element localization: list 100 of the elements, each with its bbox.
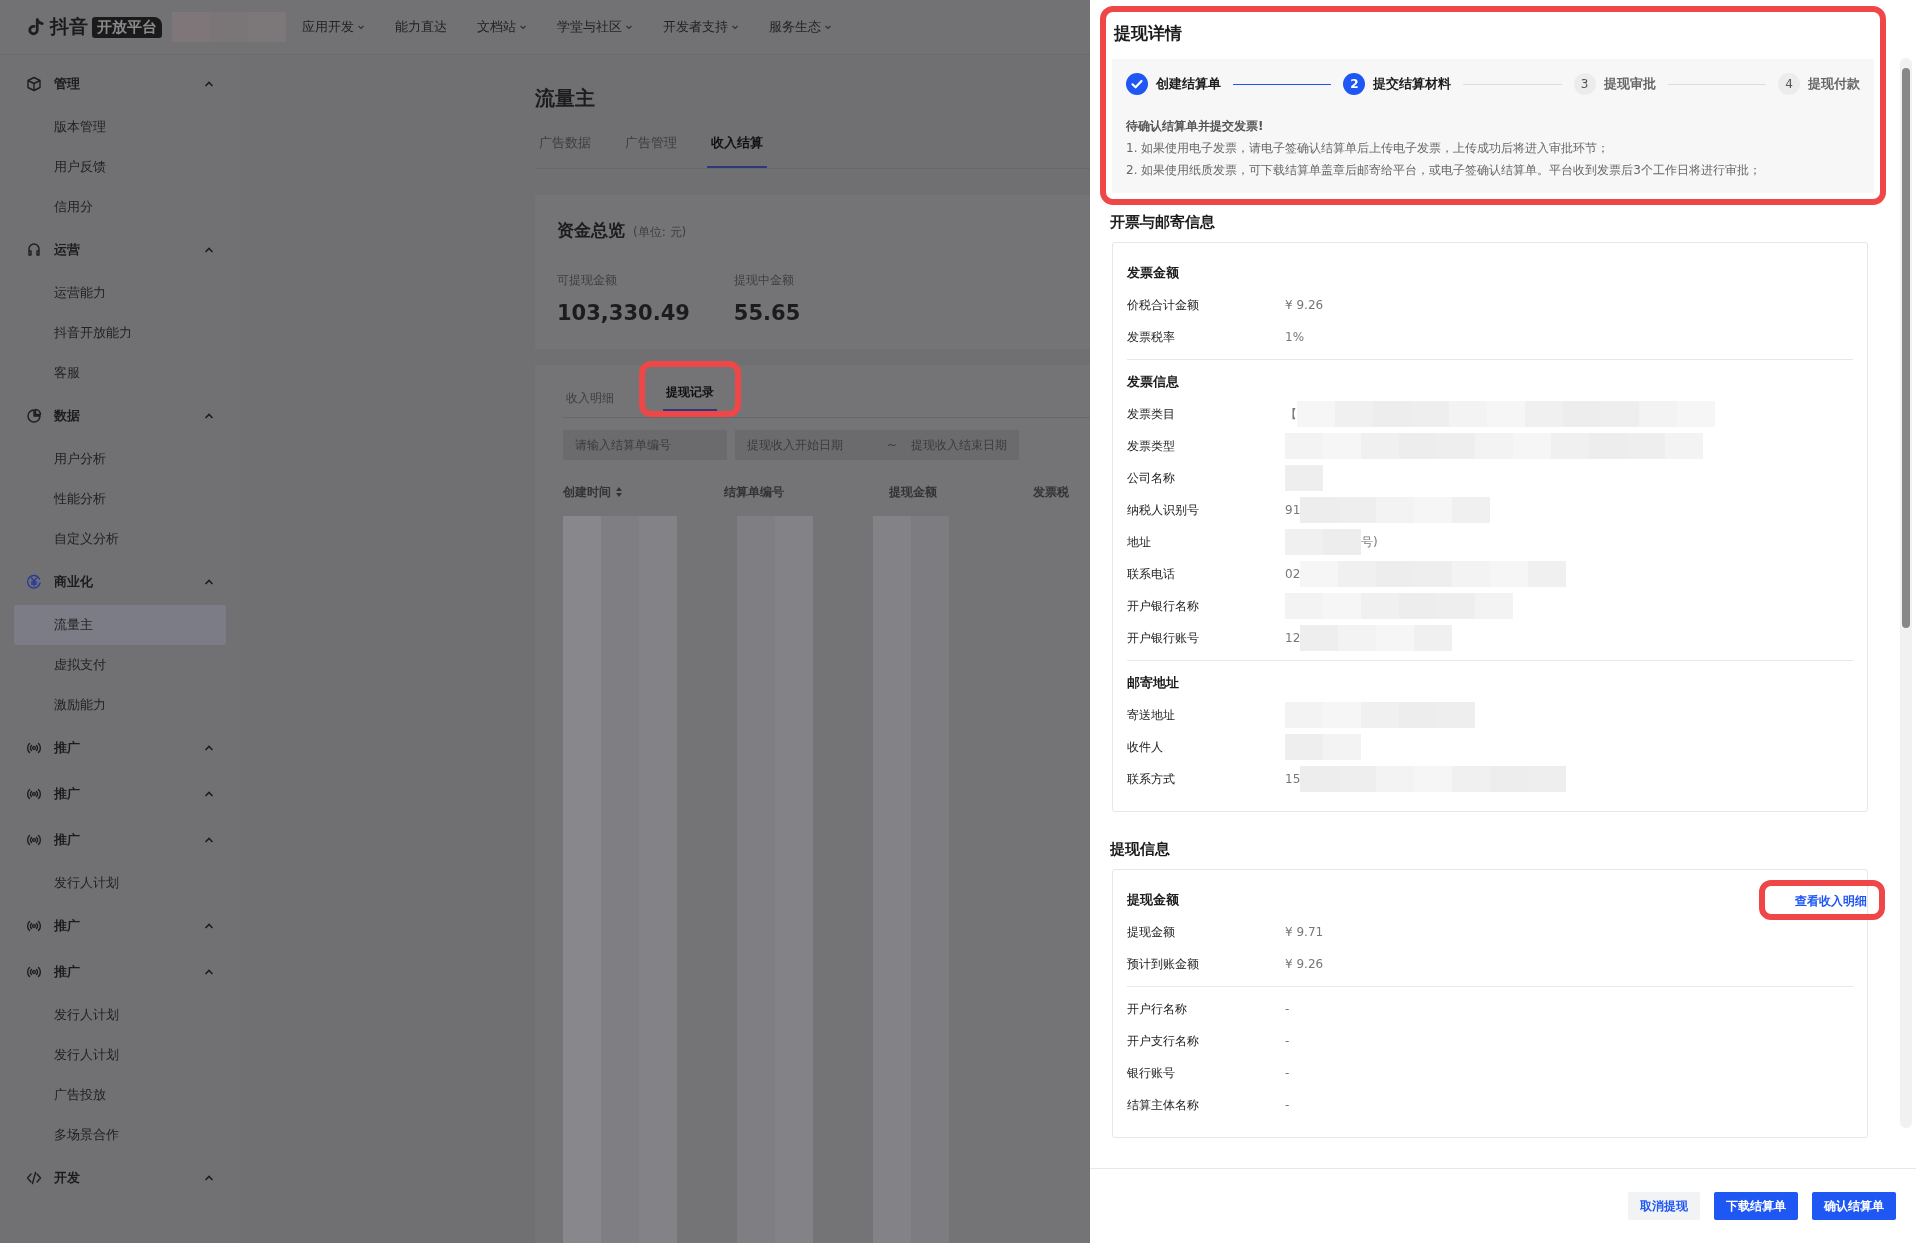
section-title: 提现信息 [1110, 840, 1171, 859]
music-note-icon [26, 17, 46, 37]
field-label: 纳税人识别号 [1127, 501, 1200, 519]
sidebar-item[interactable]: 信用分 [14, 187, 226, 227]
sidebar-item[interactable]: 发行人计划 [14, 995, 226, 1035]
nav-item[interactable]: 服务生态 [769, 18, 832, 36]
field-value: 【 [1285, 405, 1297, 423]
action-button[interactable]: 取消提现 [1628, 1192, 1700, 1220]
field-label: 寄送地址 [1127, 706, 1176, 724]
nav-item[interactable]: 文档站 [477, 18, 527, 36]
drawer-title: 提现详情 [1114, 22, 1183, 45]
headset-icon [26, 242, 42, 258]
field-label: 结算主体名称 [1127, 1096, 1200, 1114]
nav-item[interactable]: 开发者支持 [663, 18, 739, 36]
nav-item[interactable]: 能力直达 [395, 18, 447, 36]
sort-icon[interactable] [615, 486, 623, 498]
step-number: 3 [1573, 73, 1596, 95]
card-title: 资金总览 [557, 219, 625, 242]
sidebar-item[interactable]: 用户分析 [14, 439, 226, 479]
sidebar-item[interactable]: 广告投放 [14, 1075, 226, 1115]
sidebar-group[interactable]: 推广 [54, 917, 191, 935]
field-label: 地址 [1127, 533, 1152, 551]
column-header: 创建时间 [563, 483, 611, 501]
sidebar-item[interactable]: 发行人计划 [14, 1035, 226, 1075]
sidebar-item[interactable]: 流量主 [14, 605, 226, 645]
field-label: 发票税率 [1127, 328, 1176, 346]
page-title: 流量主 [535, 85, 596, 112]
field-value: ¥ 9.26 [1285, 957, 1324, 971]
field-value: 12 [1285, 631, 1301, 645]
pie-chart-icon [26, 408, 42, 424]
scrollbar[interactable] [1900, 58, 1912, 1128]
field-label: 联系电话 [1127, 565, 1176, 583]
scrollbar-thumb[interactable] [1902, 68, 1910, 628]
field-label: 开户行名称 [1127, 1000, 1188, 1018]
yen-icon [26, 574, 42, 590]
sidebar-group[interactable]: 推广 [54, 785, 191, 803]
sidebar-item[interactable]: 运营能力 [14, 273, 226, 313]
broadcast-icon [26, 918, 42, 934]
field-value: ¥ 9.26 [1285, 298, 1324, 312]
broadcast-icon [26, 740, 42, 756]
step-number: 2 [1343, 73, 1366, 95]
tab[interactable]: 收入结算 [707, 134, 767, 168]
sidebar-item[interactable]: 激励能力 [14, 685, 226, 725]
notice-text: 1. 如果使用电子发票，请电子签确认结算单后上传电子发票，上传成功后将进入审批环节； [1126, 140, 1611, 157]
tab[interactable]: 提现记录 [663, 384, 717, 411]
field-label: 开户银行名称 [1127, 597, 1200, 615]
action-button[interactable]: 确认结算单 [1812, 1192, 1896, 1220]
code-icon [26, 1170, 42, 1186]
group-title: 提现金额 [1127, 891, 1179, 909]
sidebar-group[interactable]: 开发 [54, 1169, 191, 1187]
detail-link[interactable]: 查看收入明细 [1777, 893, 1867, 910]
field-value: - [1285, 1002, 1290, 1016]
broadcast-icon [26, 832, 42, 848]
field-label: 发票类型 [1127, 437, 1176, 455]
field-value: 91 [1285, 503, 1301, 517]
sidebar-item[interactable]: 客服 [14, 353, 226, 393]
sidebar-item[interactable]: 性能分析 [14, 479, 226, 519]
group-title: 发票金额 [1127, 264, 1179, 282]
step-label: 提现审批 [1603, 75, 1656, 93]
field-label: 公司名称 [1127, 469, 1176, 487]
sidebar-group[interactable]: 管理 [54, 75, 191, 93]
section-title: 开票与邮寄信息 [1110, 213, 1216, 232]
sidebar-item[interactable]: 用户反馈 [14, 147, 226, 187]
column-header: 结算单编号 [723, 483, 784, 501]
sidebar-item[interactable]: 自定义分析 [14, 519, 226, 559]
broadcast-icon [26, 786, 42, 802]
field-label: 提现金额 [1127, 923, 1176, 941]
nav-item[interactable]: 学堂与社区 [557, 18, 633, 36]
field-value: - [1285, 1066, 1290, 1080]
field-label: 开户银行账号 [1127, 629, 1200, 647]
step-label: 提现付款 [1808, 75, 1860, 93]
sidebar-group[interactable]: 数据 [54, 407, 191, 425]
field-value: ¥ 9.71 [1285, 925, 1324, 939]
field-value: 15 [1285, 772, 1301, 786]
sidebar-group[interactable]: 推广 [54, 831, 191, 849]
sidebar-group[interactable]: 运营 [54, 241, 191, 259]
sidebar-group[interactable]: 商业化 [54, 573, 191, 591]
logo-text: 抖音 [50, 14, 88, 39]
field-label: 开户支行名称 [1127, 1032, 1200, 1050]
step-label: 提交结算材料 [1373, 75, 1452, 93]
broadcast-icon [26, 964, 42, 980]
field-label: 联系方式 [1127, 770, 1176, 788]
field-label: 发票类目 [1127, 405, 1176, 423]
sidebar-group[interactable]: 推广 [54, 963, 191, 981]
step-number: 4 [1778, 73, 1800, 95]
field-label: 收件人 [1127, 738, 1164, 756]
field-label: 预计到账金额 [1127, 955, 1200, 973]
sidebar-item[interactable]: 发行人计划 [14, 863, 226, 903]
group-title: 发票信息 [1127, 373, 1179, 391]
step-label: 创建结算单 [1156, 75, 1221, 93]
sidebar-item[interactable]: 抖音开放能力 [14, 313, 226, 353]
action-button[interactable]: 下载结算单 [1714, 1192, 1798, 1220]
nav-item[interactable]: 应用开发 [302, 18, 365, 36]
sidebar-item[interactable]: 虚拟支付 [14, 645, 226, 685]
sidebar-item[interactable]: 版本管理 [14, 107, 226, 147]
sidebar-item[interactable]: 多场景合作 [14, 1115, 226, 1155]
sidebar-group[interactable]: 推广 [54, 739, 191, 757]
field-value: - [1285, 1034, 1290, 1048]
field-label: 银行账号 [1127, 1064, 1176, 1082]
notice-title: 待确认结算单并提交发票! [1126, 118, 1265, 135]
